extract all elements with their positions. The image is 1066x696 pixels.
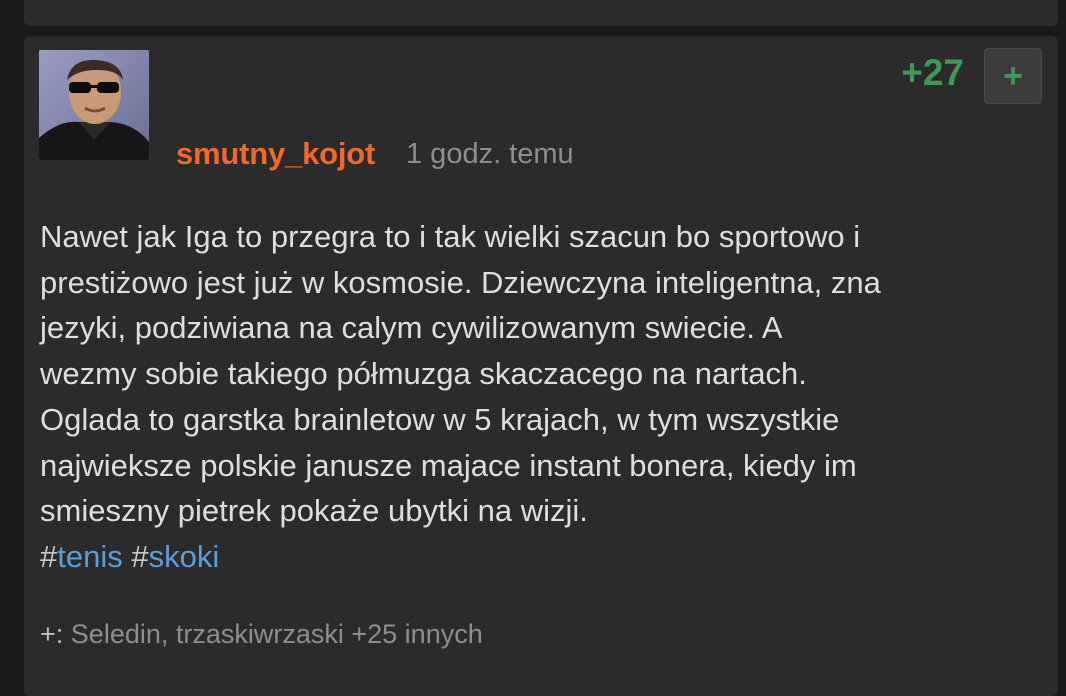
hash-symbol: # [40,539,58,574]
body-line: Nawet jak Iga to przegra to i tak wielki… [40,219,861,254]
tag-link-tenis[interactable]: #tenis [40,539,123,574]
tag-name: tenis [57,539,123,574]
body-line: jezyki, podziwiana na calym cywilizowany… [40,310,783,346]
body-line: najwieksze polskie janusze majace instan… [40,447,857,483]
vote-count: +27 [901,52,964,93]
body-line: Oglada to garstka brainletow w 5 krajach… [40,401,840,437]
tag-link-skoki[interactable]: #skoki [131,539,219,574]
author-name[interactable]: smutny_kojot [176,136,375,172]
voters-list[interactable]: +: Seledin, trzaskiwrzaski +25 innych [40,619,483,650]
plus-icon: + [1003,57,1023,95]
hash-symbol: # [131,539,149,574]
voters-names: Seledin, trzaskiwrzaski +25 innych [70,619,483,649]
previous-entry-card [24,0,1058,26]
tag-name: skoki [148,539,220,574]
avatar-image [39,50,149,160]
entry-timestamp[interactable]: 1 godz. temu [406,138,574,171]
upvote-button[interactable]: + [984,48,1042,104]
body-line: prestiżowo jest już w kosmosie. Dziewczy… [40,264,881,300]
entry-card: smutny_kojot 1 godz. temu +27 + Nawet ja… [24,36,1058,696]
entry-body: Nawet jak Iga to przegra to i tak wielki… [40,214,1045,534]
body-line: smieszny pietrek pokaże ubytki na wizji. [40,493,588,529]
body-line: wezmy sobie takiego półmuzga skaczacego … [40,356,807,392]
avatar[interactable] [39,50,149,160]
voters-prefix: +: [40,619,64,649]
tag-list: #tenis #skoki [40,534,219,579]
